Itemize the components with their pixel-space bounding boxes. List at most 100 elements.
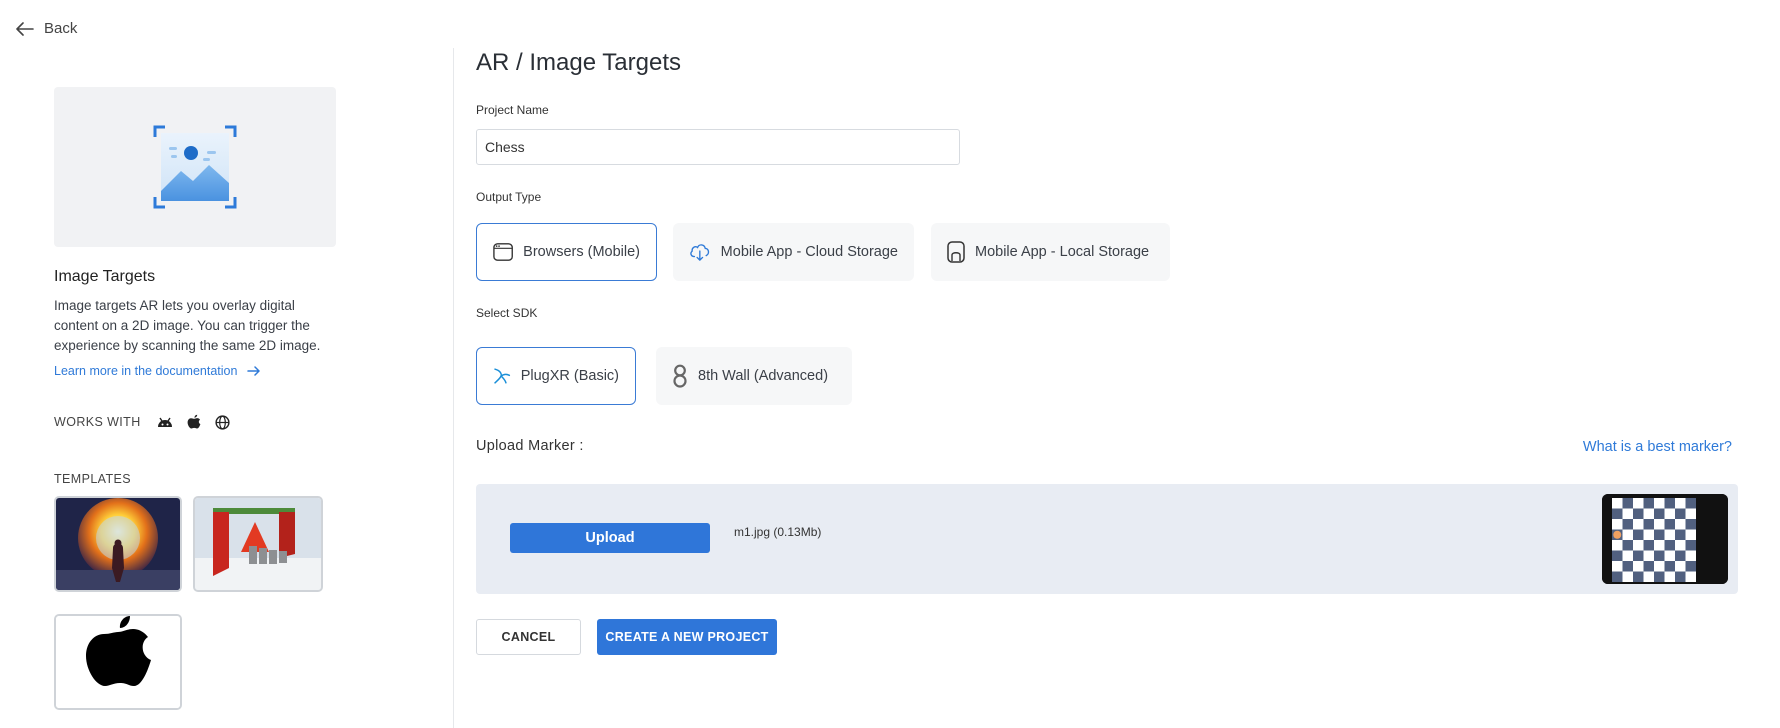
- chess-piece: [1613, 530, 1622, 539]
- best-marker-link[interactable]: What is a best marker?: [1583, 439, 1732, 455]
- chessboard-square: [1675, 571, 1686, 582]
- upload-marker-label: Upload Marker :: [476, 438, 584, 454]
- chessboard-square: [1675, 529, 1686, 540]
- globe-icon: [215, 414, 230, 430]
- chessboard-square: [1643, 571, 1654, 582]
- chessboard-square: [1612, 561, 1623, 572]
- chessboard-square: [1633, 540, 1644, 551]
- chessboard-square: [1664, 529, 1675, 540]
- chessboard-square: [1654, 540, 1665, 551]
- chessboard-square: [1675, 508, 1686, 519]
- apple-logo-thumbnail: [56, 616, 180, 708]
- chessboard-square: [1622, 508, 1633, 519]
- chessboard-square: [1633, 571, 1644, 582]
- chessboard-square: [1643, 550, 1654, 561]
- chessboard-square: [1633, 529, 1644, 540]
- chessboard-square: [1633, 561, 1644, 572]
- chessboard-square: [1633, 508, 1644, 519]
- apple-logo-template[interactable]: [54, 614, 182, 710]
- back-label: Back: [44, 20, 78, 37]
- red-structure-thumbnail: [195, 498, 321, 590]
- image-target-icon: [153, 125, 237, 209]
- chessboard-square: [1664, 508, 1675, 519]
- chessboard-square: [1643, 561, 1654, 572]
- chessboard-square: [1622, 540, 1633, 551]
- chessboard-square: [1654, 529, 1665, 540]
- upload-panel: Upload m1.jpg (0.13Mb): [476, 484, 1738, 594]
- chessboard-square: [1685, 561, 1696, 572]
- chessboard-square: [1643, 519, 1654, 530]
- create-project-button[interactable]: CREATE A NEW PROJECT: [597, 619, 777, 655]
- sdk-8th-wall-advanced[interactable]: 8th Wall (Advanced): [656, 347, 852, 405]
- output-mobile-local-label: Mobile App - Local Storage: [975, 244, 1150, 260]
- chessboard-square: [1685, 550, 1696, 561]
- upload-button[interactable]: Upload: [510, 523, 710, 553]
- file-info: m1.jpg (0.13Mb): [734, 525, 822, 539]
- chessboard-square: [1612, 571, 1623, 582]
- output-type-label: Output Type: [476, 190, 542, 204]
- output-browsers-mobile[interactable]: Browsers (Mobile): [476, 223, 657, 281]
- chessboard-square: [1664, 571, 1675, 582]
- chessboard-marker-image: [1602, 494, 1728, 584]
- output-mobile-cloud-label: Mobile App - Cloud Storage: [720, 244, 898, 260]
- chessboard-square: [1685, 498, 1696, 509]
- chessboard-square: [1675, 498, 1686, 509]
- chessboard-square: [1633, 519, 1644, 530]
- sdk-label: Select SDK: [476, 306, 538, 320]
- output-mobile-local[interactable]: Mobile App - Local Storage: [931, 223, 1170, 281]
- chessboard-square: [1654, 508, 1665, 519]
- chessboard-square: [1622, 550, 1633, 561]
- cancel-button[interactable]: CANCEL: [476, 619, 581, 655]
- portal-template[interactable]: [54, 496, 182, 592]
- output-browsers-mobile-label: Browsers (Mobile): [523, 244, 640, 260]
- chessboard-square: [1622, 498, 1633, 509]
- red-structure-template[interactable]: [193, 496, 323, 592]
- device-icon: [947, 241, 965, 263]
- plugxr-icon: [494, 368, 511, 384]
- chessboard-square: [1612, 550, 1623, 561]
- chessboard-square: [1612, 498, 1623, 509]
- chessboard-square: [1654, 571, 1665, 582]
- templates-label: TEMPLATES: [54, 472, 131, 486]
- android-icon: [157, 417, 172, 427]
- chessboard-square: [1643, 540, 1654, 551]
- sidebar-heading: Image Targets: [54, 268, 156, 285]
- chessboard-square: [1612, 508, 1623, 519]
- chessboard-square: [1612, 540, 1623, 551]
- cloud-icon: [690, 244, 710, 261]
- chessboard-square: [1633, 498, 1644, 509]
- chessboard-square: [1654, 561, 1665, 572]
- chessboard-square: [1654, 519, 1665, 530]
- chessboard-square: [1643, 508, 1654, 519]
- chessboard-square: [1643, 498, 1654, 509]
- portal-thumbnail: [56, 498, 180, 590]
- sdk-plugxr-label: PlugXR (Basic): [520, 368, 619, 384]
- back-link[interactable]: Back: [16, 20, 77, 37]
- documentation-link[interactable]: Learn more in the documentation: [54, 364, 336, 378]
- sdk-8th-wall-label: 8th Wall (Advanced): [698, 368, 829, 384]
- arrow-left-icon: [16, 21, 34, 36]
- image-target-illustration: [54, 87, 336, 247]
- chessboard-square: [1654, 498, 1665, 509]
- chessboard-square: [1675, 519, 1686, 530]
- chessboard-square: [1654, 550, 1665, 561]
- templates-grid: [54, 496, 336, 710]
- project-name-input[interactable]: [476, 129, 960, 165]
- chessboard-square: [1664, 498, 1675, 509]
- chessboard-square: [1664, 540, 1675, 551]
- chessboard-square: [1685, 540, 1696, 551]
- chessboard-square: [1685, 519, 1696, 530]
- browser-icon: [493, 243, 513, 261]
- apple-icon: [187, 414, 201, 429]
- output-mobile-cloud[interactable]: Mobile App - Cloud Storage: [673, 223, 914, 281]
- arrow-right-icon: [247, 366, 261, 376]
- eighth-wall-icon: [673, 364, 687, 388]
- works-with-label: WORKS WITH: [54, 415, 141, 429]
- works-with: WORKS WITH: [54, 414, 336, 430]
- marker-preview: [1602, 494, 1728, 584]
- page-title: AR / Image Targets: [476, 49, 681, 76]
- project-name-label: Project Name: [476, 103, 549, 117]
- chessboard-square: [1675, 550, 1686, 561]
- chessboard-square: [1664, 519, 1675, 530]
- sdk-plugxr-basic[interactable]: PlugXR (Basic): [476, 347, 636, 405]
